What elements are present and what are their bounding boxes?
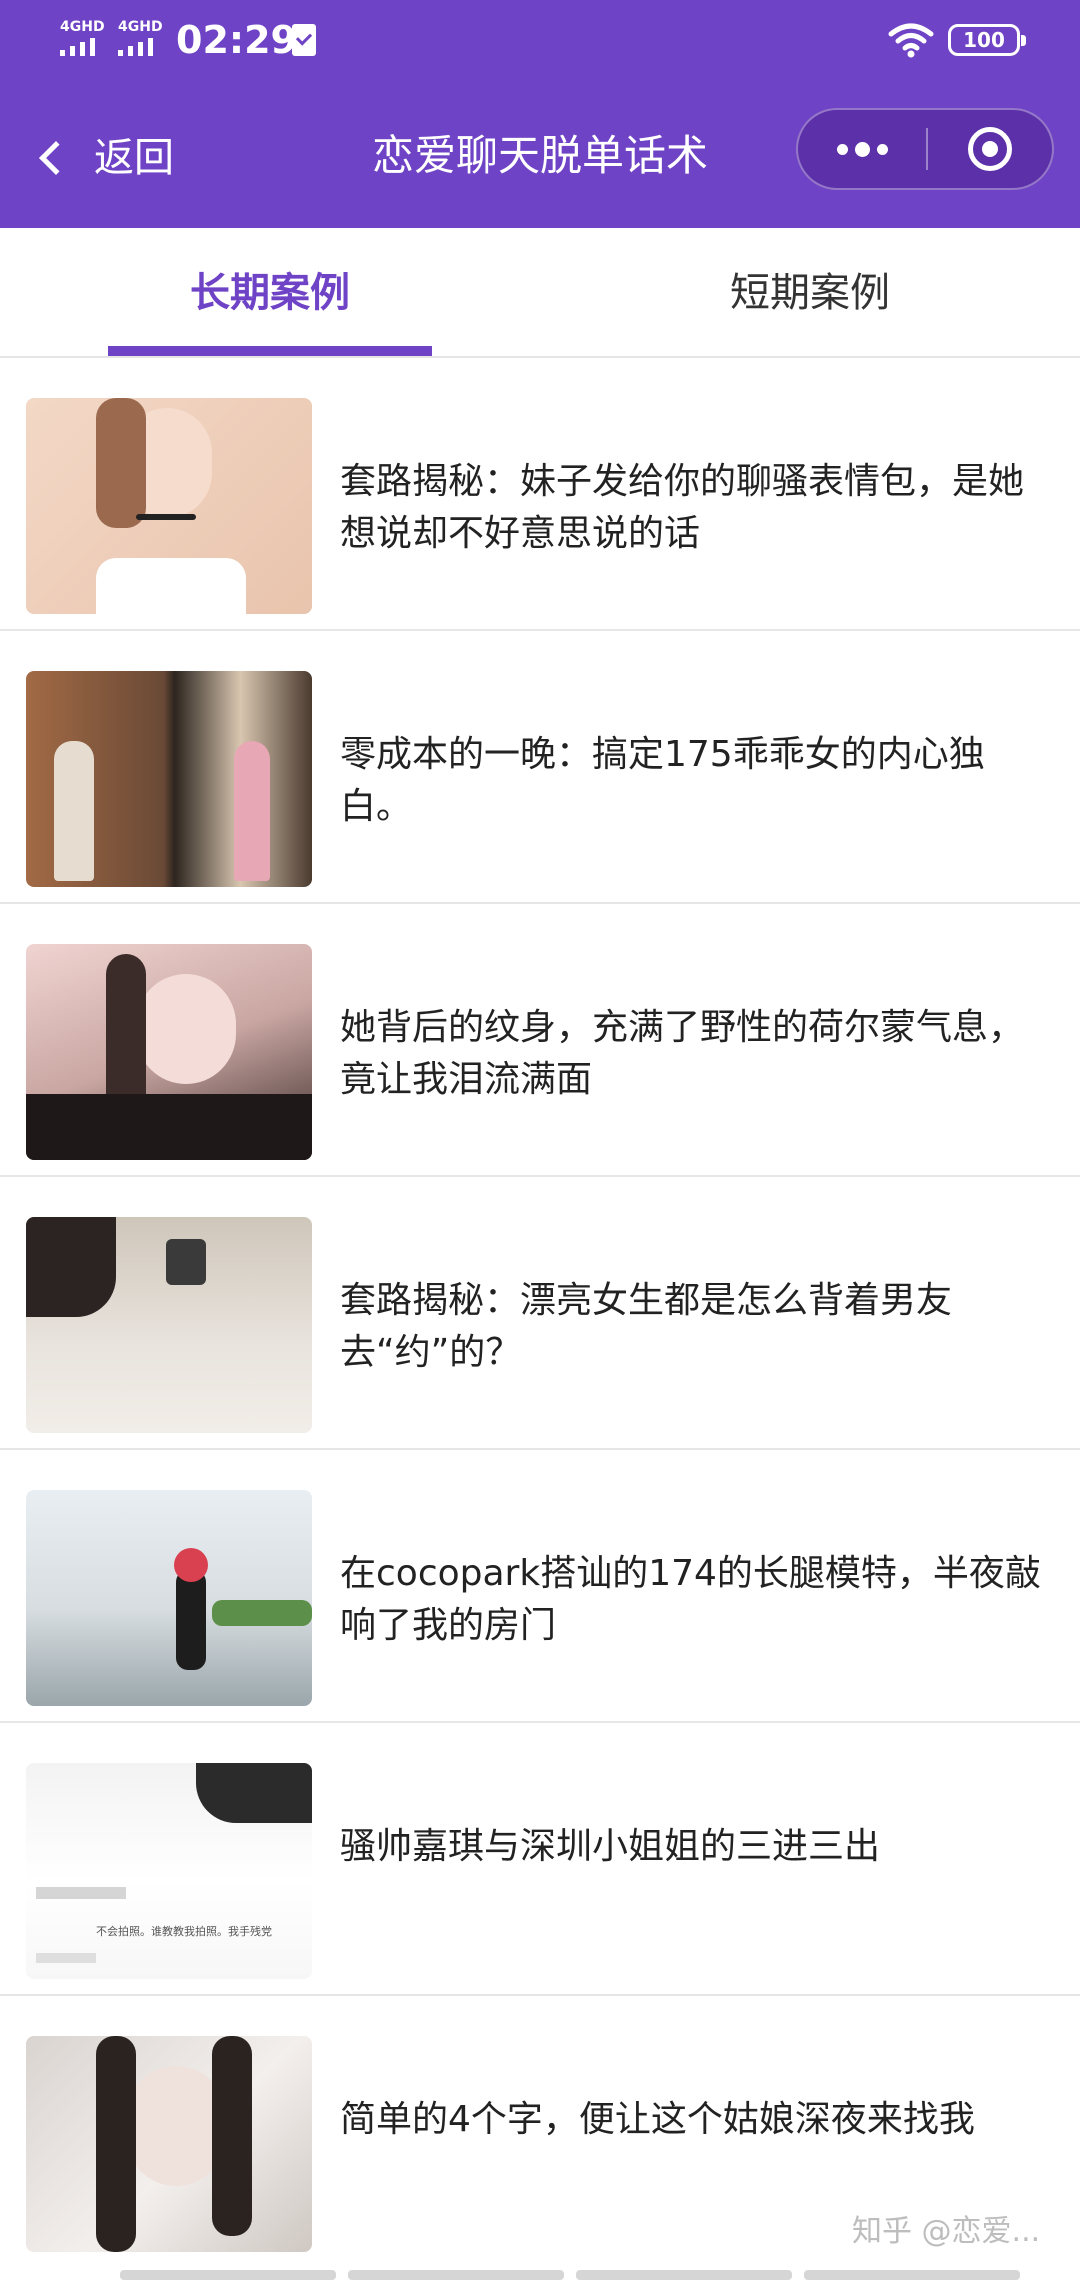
- tab-indicator: [108, 346, 432, 356]
- article-thumbnail: [26, 944, 312, 1160]
- clock: 02:29: [176, 18, 297, 62]
- tab-long-term-cases[interactable]: 长期案例: [0, 228, 540, 358]
- status-bar: 4GHD 4GHD 02:29 100: [0, 0, 1080, 84]
- dot-icon: [854, 141, 870, 157]
- article-title: 在cocopark搭讪的174的长腿模特，半夜敲响了我的房门: [340, 1553, 1041, 1646]
- miniprogram-capsule: [796, 108, 1054, 190]
- article-title: 她背后的纹身，充满了野性的荷尔蒙气息，竟让我泪流满面: [340, 1007, 1025, 1100]
- article-thumbnail: [26, 671, 312, 887]
- article-item[interactable]: 不会拍照。谁教教我拍照。我手残党 骚帅嘉琪与深圳小姐姐的三进三出: [0, 1723, 1080, 1996]
- battery-icon: 100: [948, 24, 1026, 56]
- article-title: 套路揭秘：漂亮女生都是怎么背着男友去“约”的？: [340, 1280, 953, 1373]
- wifi-icon: [888, 23, 934, 58]
- article-title: 骚帅嘉琪与深圳小姐姐的三进三出: [340, 1826, 881, 1867]
- article-item[interactable]: 在cocopark搭讪的174的长腿模特，半夜敲响了我的房门: [0, 1450, 1080, 1723]
- bottom-indicator: [120, 2270, 1020, 2280]
- dot-icon: [876, 143, 888, 155]
- article-list: 套路揭秘：妹子发给你的聊骚表情包，是她想说却不好意思说的话 零成本的一晚：搞定1…: [0, 358, 1080, 2269]
- sim1-label: 4GHD: [60, 19, 105, 35]
- header: 4GHD 4GHD 02:29 100 返回 恋爱聊天脱单话术: [0, 0, 1080, 228]
- article-thumbnail: 不会拍照。谁教教我拍照。我手残党: [26, 1763, 312, 1979]
- clipboard-check-icon: [292, 24, 316, 56]
- article-title: 简单的4个字，便让这个姑娘深夜来找我: [340, 2099, 975, 2140]
- article-item[interactable]: 她背后的纹身，充满了野性的荷尔蒙气息，竟让我泪流满面: [0, 904, 1080, 1177]
- article-title: 套路揭秘：妹子发给你的聊骚表情包，是她想说却不好意思说的话: [340, 461, 1025, 554]
- signal-icon-sim2: 4GHD: [116, 20, 168, 60]
- more-menu-button[interactable]: [798, 110, 926, 188]
- thumbnail-caption: 不会拍照。谁教教我拍照。我手残党: [96, 1925, 272, 1938]
- signal-icon-sim1: 4GHD: [58, 20, 110, 60]
- article-thumbnail: [26, 1490, 312, 1706]
- article-title: 零成本的一晚：搞定175乖乖女的内心独白。: [340, 734, 985, 827]
- article-item[interactable]: 零成本的一晚：搞定175乖乖女的内心独白。: [0, 631, 1080, 904]
- article-thumbnail: [26, 398, 312, 614]
- dot-icon: [836, 143, 848, 155]
- article-item[interactable]: 套路揭秘：漂亮女生都是怎么背着男友去“约”的？: [0, 1177, 1080, 1450]
- article-item[interactable]: 套路揭秘：妹子发给你的聊骚表情包，是她想说却不好意思说的话: [0, 358, 1080, 631]
- article-thumbnail: [26, 1217, 312, 1433]
- capsule-divider: [926, 128, 928, 170]
- tab-short-term-cases[interactable]: 短期案例: [540, 228, 1080, 358]
- close-miniprogram-button[interactable]: [968, 127, 1012, 171]
- tab-bar: 长期案例 短期案例: [0, 228, 1080, 358]
- article-thumbnail: [26, 2036, 312, 2252]
- watermark: 知乎 @恋爱...: [852, 2214, 1041, 2249]
- sim2-label: 4GHD: [118, 19, 163, 35]
